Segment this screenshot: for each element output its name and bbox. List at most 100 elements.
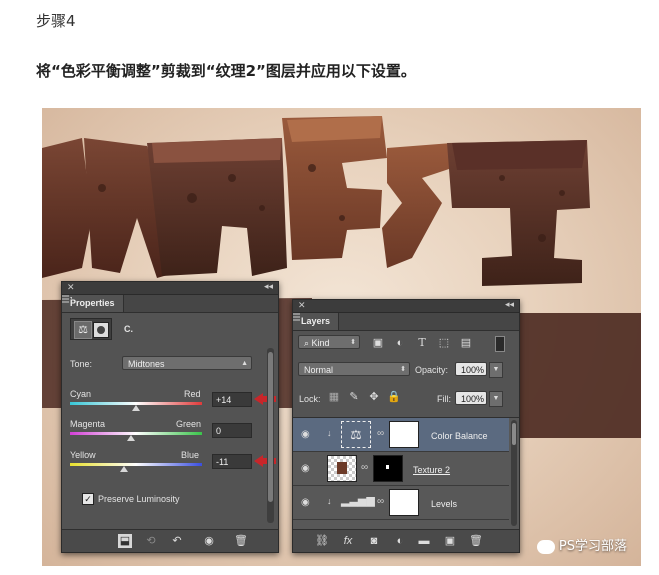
slider-blue-label: Blue [181,450,200,460]
view-previous-icon[interactable]: ⟲ [144,534,158,548]
blend-mode-dropdown[interactable]: Normal ⬍ [298,362,410,376]
opacity-slider-button[interactable]: ▼ [489,362,503,378]
preserve-luminosity-label: Preserve Luminosity [98,494,180,504]
layers-tabbar: Layers [293,313,519,331]
visibility-eye-icon[interactable]: ◉ [301,429,310,440]
close-icon[interactable]: ✕ [67,282,75,293]
visibility-eye-icon[interactable]: ◉ [301,497,310,508]
filter-kind-dropdown[interactable]: ⌕ Kind ⬍ [298,335,360,349]
panel-menu-icon[interactable] [293,313,303,321]
smart-object-filter-icon[interactable]: ▤ [459,336,473,350]
cyan-red-value[interactable]: +14 [212,392,252,407]
visibility-eye-icon[interactable]: ◉ [202,534,216,548]
dropdown-caret-icon: ⬍ [350,339,356,346]
adjustment-thumbnail: ⚖ [341,421,371,448]
fill-value: 100% [461,394,485,404]
layer-name: Levels [431,499,458,509]
layers-list: ◉ ↓ ⚖ ∞ Color Balance ◉ ∞ Texture 2 ◉ ↓ … [293,417,519,530]
balance-scale-icon[interactable]: ⚖ [74,321,92,339]
layer-row-color-balance[interactable]: ◉ ↓ ⚖ ∞ Color Balance [293,418,509,452]
properties-scrollbar[interactable] [267,348,274,523]
properties-panel: ✕ ◂◂ Properties ⚖ C. Tone: Midtones ▲ Cy… [61,281,279,553]
layer-row-texture-2[interactable]: ◉ ∞ Texture 2 [293,452,509,486]
chain-link-icon: ∞ [361,462,369,473]
shape-filter-icon[interactable]: ⬚ [437,336,451,350]
filter-toggle[interactable] [495,336,505,352]
layer-mask-thumbnail [389,489,419,516]
magenta-green-value[interactable]: 0 [212,423,252,438]
layer-mask-thumbnail [389,421,419,448]
chain-link-icon: ∞ [377,428,385,439]
watermark-text: PS学习部落 [558,539,627,554]
fill-label: Fill: [437,394,451,404]
collapse-icon[interactable]: ◂◂ [505,299,514,310]
fill-field[interactable]: 100% [455,391,487,405]
visibility-eye-icon[interactable]: ◉ [301,463,310,474]
lock-label: Lock: [299,394,321,404]
adjustment-name-label: C. [124,324,133,334]
type-filter-icon[interactable]: T [415,336,429,350]
lock-paint-icon[interactable]: ✎ [347,390,361,404]
wechat-icon [536,539,555,554]
layer-name: Texture 2 [413,465,451,475]
yellow-blue-slider[interactable] [70,463,202,466]
tutorial-image: ✕ ◂◂ Properties ⚖ C. Tone: Midtones ▲ Cy… [42,108,641,566]
magenta-green-slider[interactable] [70,432,202,435]
pixel-filter-icon[interactable]: ▣ [371,336,385,350]
layer-thumbnail [327,455,357,482]
adjustment-icon-group: ⚖ [70,318,112,340]
layers-bottombar: ⛓ fx ◙ ◐ ▬ ▣ 🗑 [293,529,519,552]
clip-to-layer-icon[interactable]: ⬓ [118,534,132,548]
adjustment-filter-icon[interactable]: ◐ [393,336,407,350]
lock-all-icon[interactable]: 🔒 [387,390,401,404]
tone-dropdown[interactable]: Midtones ▲ [122,356,252,370]
trash-icon[interactable]: 🗑 [234,534,248,548]
clip-arrow-icon: ↓ [327,496,332,506]
slider-cyan-label: Cyan [70,389,92,399]
fill-slider-button[interactable]: ▼ [489,391,503,407]
watermark: PS学习部落 [536,535,627,554]
dropdown-caret-icon: ▲ [241,360,248,367]
collapse-icon[interactable]: ◂◂ [264,281,273,292]
filter-kind-value: Kind [311,338,330,348]
reset-icon[interactable]: ↶ [170,534,184,548]
tone-value: Midtones [128,359,165,369]
layers-panel: ✕ ◂◂ Layers ⌕ Kind ⬍ ▣ ◐ T ⬚ ▤ Normal ⬍ … [292,299,520,553]
link-layers-icon[interactable]: ⛓ [315,534,329,548]
fx-icon[interactable]: fx [341,534,355,548]
new-layer-icon[interactable]: ▣ [443,534,457,548]
properties-bottombar: ⬓ ⟲ ↶ ◉ 🗑 [62,529,278,552]
magenta-green-slider-thumb[interactable] [127,435,135,441]
layer-row-levels[interactable]: ◉ ↓ ▂▃▅▆ ∞ Levels [293,486,509,520]
close-icon[interactable]: ✕ [298,300,306,311]
yellow-blue-slider-thumb[interactable] [120,466,128,472]
slider-green-label: Green [176,419,202,429]
yellow-blue-value[interactable]: -11 [212,454,252,469]
lock-transparent-icon[interactable]: ▦ [327,390,341,404]
panel-topbar: ✕ ◂◂ [62,281,278,295]
search-icon: ⌕ [304,338,312,348]
trash-icon[interactable]: 🗑 [469,534,483,548]
opacity-field[interactable]: 100% [455,362,487,376]
new-adjustment-icon[interactable]: ◐ [393,534,407,548]
add-mask-icon[interactable]: ◙ [367,534,381,548]
blend-mode-value: Normal [304,365,334,375]
panel-menu-icon[interactable] [62,295,72,303]
chain-link-icon: ∞ [377,496,385,507]
layers-scrollbar[interactable] [511,420,517,526]
layer-name: Color Balance [431,431,488,441]
mask-icon[interactable] [93,322,109,338]
slider-red-label: Red [184,389,201,399]
panel-topbar: ✕ ◂◂ [293,299,519,313]
instruction-text: 将“色彩平衡调整”剪裁到“纹理2”图层并应用以下设置。 [36,62,416,80]
opacity-value: 100% [461,365,485,375]
clip-arrow-icon: ↓ [327,428,332,438]
new-group-icon[interactable]: ▬ [417,534,431,548]
slider-yellow-label: Yellow [70,450,96,460]
tone-label: Tone: [70,359,93,369]
cyan-red-slider-thumb[interactable] [132,405,140,411]
properties-tabbar: Properties [62,295,278,313]
preserve-luminosity-checkbox[interactable]: ✓ [82,493,94,505]
lock-move-icon[interactable]: ✥ [367,390,381,404]
levels-histogram-icon: ▂▃▅▆ [341,495,375,507]
